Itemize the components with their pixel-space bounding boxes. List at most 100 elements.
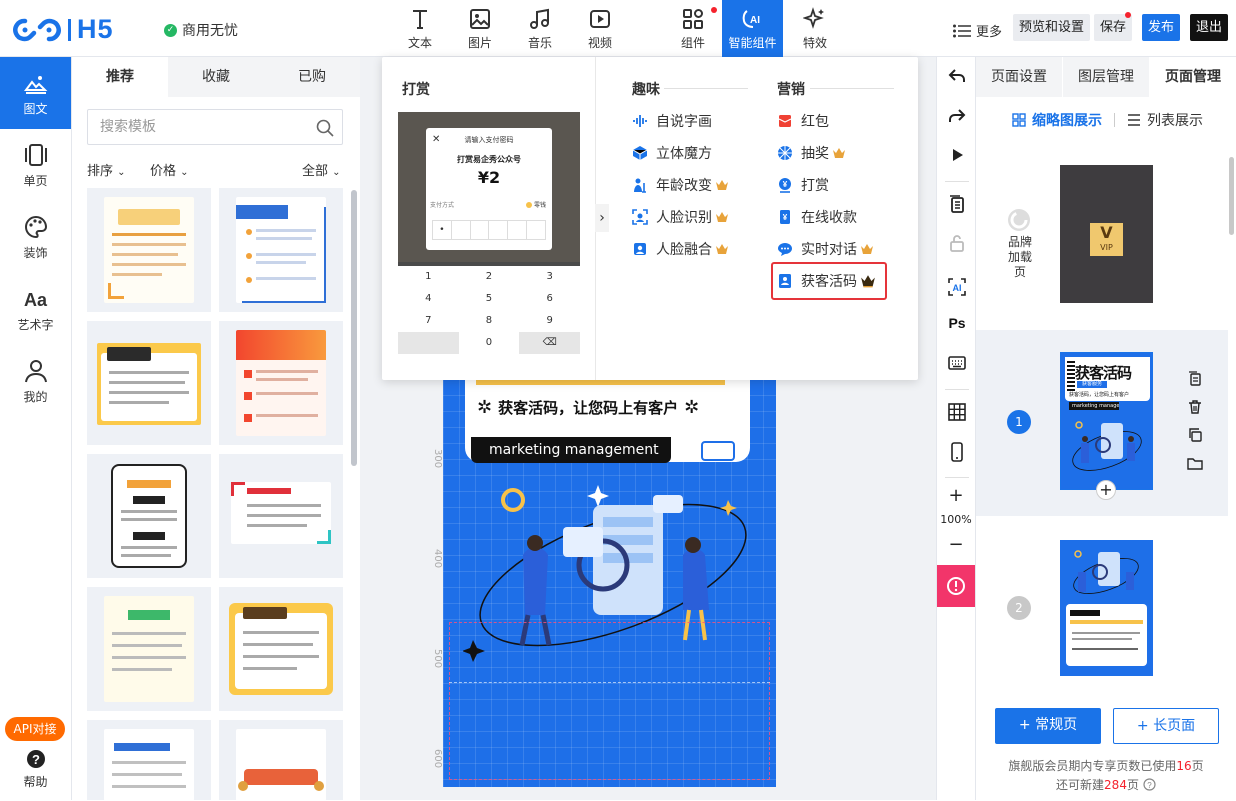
redo-icon[interactable] <box>947 106 967 126</box>
template-thumb[interactable] <box>87 188 211 312</box>
tool-image[interactable]: 图片 <box>461 0 499 57</box>
info-icon[interactable]: ? <box>1143 778 1156 791</box>
key[interactable]: 5 <box>459 288 520 310</box>
nav-decoration[interactable]: 装饰 <box>0 201 71 273</box>
search-input[interactable]: 搜索模板 <box>87 109 343 145</box>
item-online-payment[interactable]: ¥ 在线收款 <box>777 206 857 228</box>
mobile-preview-icon[interactable] <box>947 442 967 462</box>
slogan[interactable]: ✲ 获客活码，让您码上有客户 ✲ <box>477 397 743 418</box>
search-icon[interactable] <box>316 119 334 137</box>
tool-component[interactable]: 组件 <box>674 0 712 57</box>
preview-settings-button[interactable]: 预览和设置 <box>1013 14 1091 41</box>
tool-text[interactable]: 文本 <box>401 0 439 57</box>
template-thumb[interactable] <box>219 454 343 578</box>
tool-ai-component[interactable]: AI 智能组件 <box>722 0 783 57</box>
folder-icon[interactable] <box>1187 455 1203 471</box>
zoom-out-button[interactable]: − <box>937 534 975 555</box>
undo-icon[interactable] <box>947 66 967 86</box>
keyboard-icon[interactable] <box>947 353 967 373</box>
nav-single-page[interactable]: 单页 <box>0 129 71 201</box>
sort-filter[interactable]: 排序 ⌄ <box>87 160 126 179</box>
key[interactable]: 4 <box>398 288 459 310</box>
template-thumb[interactable] <box>219 188 343 312</box>
item-magic-cube[interactable]: 立体魔方 <box>632 142 712 164</box>
app-logo[interactable]: H5 <box>12 14 114 45</box>
item-reward[interactable]: ¥ 打赏 <box>777 174 829 196</box>
template-thumb[interactable] <box>219 321 343 445</box>
tab-recommend[interactable]: 推荐 <box>72 57 168 97</box>
chevron-right-icon[interactable]: › <box>595 204 609 232</box>
nav-art-text[interactable]: Aa 艺术字 <box>0 273 71 345</box>
api-button[interactable]: API对接 <box>5 717 65 741</box>
page-row-1[interactable]: 1 获客活码 获客服务 获客活码，让您码上有客户 marketing manag… <box>976 330 1228 516</box>
tab-purchased[interactable]: 已购 <box>264 57 360 97</box>
reward-preview[interactable]: ✕ 请输入支付密码 打赏易企秀公众号 ¥2 支付方式 零钱 • 1 2 3 4 … <box>398 112 580 354</box>
exit-button[interactable]: 退出 <box>1190 14 1229 41</box>
item-face-recognition[interactable]: 人脸识别 <box>632 206 729 228</box>
nav-mine[interactable]: 我的 <box>0 345 71 417</box>
lock-icon[interactable] <box>947 233 967 253</box>
play-icon[interactable] <box>947 145 967 165</box>
keypad[interactable]: 1 2 3 4 5 6 7 8 9 0 ⌫ <box>398 266 580 354</box>
help-button[interactable]: ? 帮助 <box>0 749 71 790</box>
key[interactable]: 2 <box>459 266 520 288</box>
copy-page-icon[interactable] <box>1187 371 1203 387</box>
commercial-badge[interactable]: ✓ 商用无忧 <box>164 20 238 40</box>
loading-page-row[interactable]: 品牌 加载页 V VIP <box>976 150 1228 330</box>
add-normal-page-button[interactable]: + 常规页 <box>995 708 1101 744</box>
key[interactable]: 8 <box>459 310 520 332</box>
add-page-button[interactable]: + <box>1096 480 1116 500</box>
backspace-icon[interactable]: ⌫ <box>519 332 580 354</box>
price-filter[interactable]: 价格 ⌄ <box>150 160 189 179</box>
key[interactable]: 3 <box>519 266 580 288</box>
tab-page-settings[interactable]: 页面设置 <box>976 57 1062 97</box>
ai-icon[interactable]: AI <box>947 277 967 297</box>
template-thumb[interactable] <box>87 587 211 711</box>
tab-layer-management[interactable]: 图层管理 <box>1063 57 1149 97</box>
page-row-2[interactable]: 2 <box>976 516 1228 696</box>
item-red-envelope[interactable]: 红包 <box>777 110 829 132</box>
phone-page[interactable]: ✲ 获客活码，让您码上有客户 ✲ marketing management <box>443 347 776 787</box>
item-face-merge[interactable]: 人脸融合 <box>632 238 729 260</box>
key[interactable]: 6 <box>519 288 580 310</box>
copy-icon[interactable] <box>947 194 967 214</box>
item-lottery[interactable]: 抽奖 <box>777 142 846 164</box>
key[interactable]: 1 <box>398 266 459 288</box>
tab-page-management[interactable]: 页面管理 <box>1150 57 1236 97</box>
loading-page-thumb[interactable]: V VIP <box>1060 165 1153 303</box>
publish-button[interactable]: 发布 <box>1142 14 1181 41</box>
item-voice-text[interactable]: 自说字画 <box>632 110 712 132</box>
template-thumb[interactable] <box>219 587 343 711</box>
all-filter[interactable]: 全部 ⌄ <box>302 160 341 179</box>
page-1-thumb[interactable]: 获客活码 获客服务 获客活码，让您码上有客户 marketing managem… <box>1060 352 1153 490</box>
item-customer-qrcode[interactable]: 获客活码 <box>777 270 876 292</box>
error-button[interactable] <box>937 565 975 607</box>
page-2-thumb[interactable] <box>1060 540 1153 676</box>
template-scrollbar[interactable] <box>351 190 357 466</box>
tool-music[interactable]: 音乐 <box>521 0 559 57</box>
page-scrollbar[interactable] <box>1229 157 1234 235</box>
thumbnail-view-toggle[interactable]: 缩略图展示 <box>1012 110 1102 130</box>
tab-favorites[interactable]: 收藏 <box>168 57 264 97</box>
more-menu[interactable]: 更多 <box>953 21 1002 40</box>
item-age-change[interactable]: 年龄改变 <box>632 174 729 196</box>
save-button[interactable]: 保存 <box>1094 14 1133 41</box>
photoshop-icon[interactable]: Ps <box>947 313 967 333</box>
key[interactable]: 7 <box>398 310 459 332</box>
list-view-toggle[interactable]: 列表展示 <box>1127 110 1203 130</box>
zoom-in-button[interactable]: + <box>937 485 975 506</box>
add-long-page-button[interactable]: + 长页面 <box>1113 708 1219 744</box>
template-thumb[interactable] <box>87 321 211 445</box>
key[interactable]: 9 <box>519 310 580 332</box>
grid-icon[interactable] <box>947 402 967 422</box>
nav-graphic-text[interactable]: 图文 <box>0 57 71 129</box>
template-thumb[interactable] <box>219 720 343 801</box>
template-thumb[interactable] <box>87 454 211 578</box>
key[interactable]: 0 <box>459 332 520 354</box>
tool-effects[interactable]: 特效 <box>796 0 834 57</box>
template-thumb[interactable] <box>87 720 211 801</box>
trash-icon[interactable] <box>1187 399 1203 415</box>
duplicate-icon[interactable] <box>1187 427 1203 443</box>
subtitle-tag[interactable]: marketing management <box>471 437 671 463</box>
item-live-chat[interactable]: 实时对话 <box>777 238 874 260</box>
